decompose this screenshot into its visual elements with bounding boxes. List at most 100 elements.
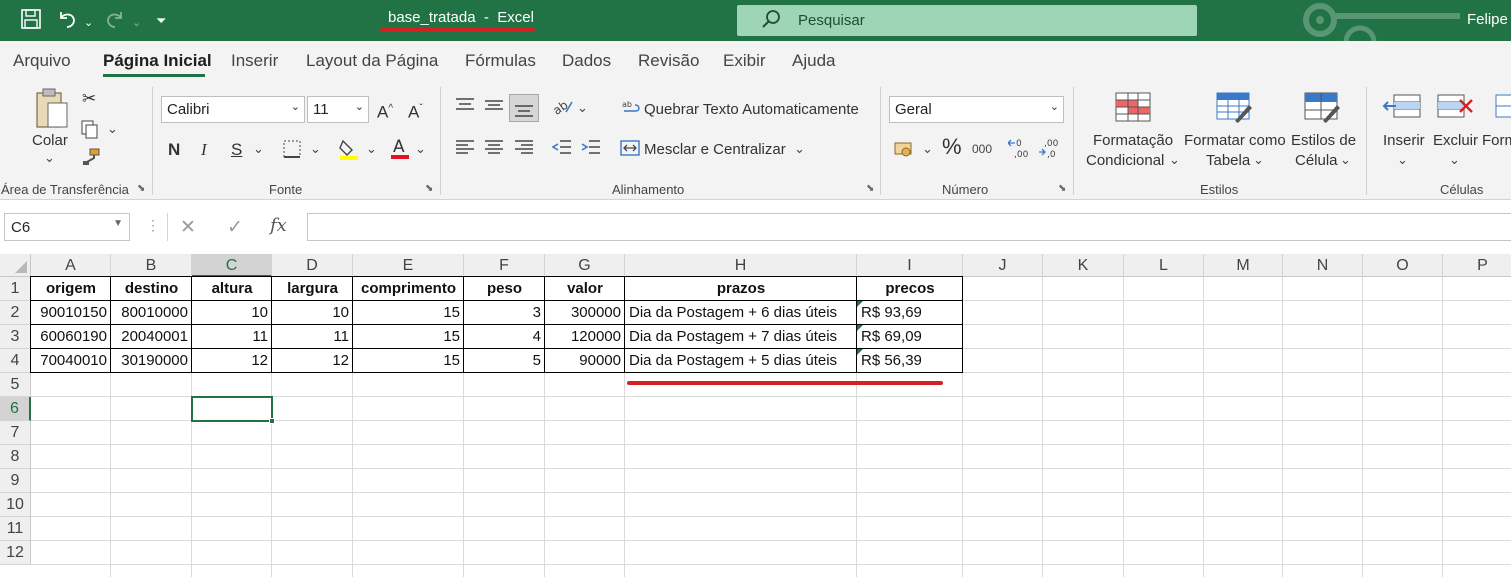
table-cell[interactable]: R$ 56,39	[857, 349, 963, 373]
table-cell[interactable]: R$ 69,09	[857, 325, 963, 349]
table-header-cell[interactable]: prazos	[625, 277, 857, 301]
row-header-11[interactable]: 11	[0, 517, 31, 541]
fill-handle[interactable]	[269, 418, 275, 424]
column-header-g[interactable]: G	[545, 254, 625, 277]
row-header-12[interactable]: 12	[0, 541, 31, 565]
cancel-icon[interactable]: ✕	[180, 216, 196, 239]
clipboard-launcher-icon[interactable]: ⬊	[137, 183, 145, 194]
thousands-separator-icon[interactable]: 000	[972, 142, 992, 156]
format-painter-icon[interactable]	[81, 147, 101, 172]
cell-styles-label-1[interactable]: Estilos de	[1291, 132, 1356, 149]
number-launcher-icon[interactable]: ⬊	[1058, 183, 1066, 194]
alignment-launcher-icon[interactable]: ⬊	[866, 183, 874, 194]
align-center-icon[interactable]	[484, 139, 504, 160]
copy-icon[interactable]	[80, 119, 100, 144]
insert-function-icon[interactable]: fx	[270, 215, 287, 236]
increase-indent-icon[interactable]	[581, 139, 601, 160]
table-cell[interactable]: 60060190	[31, 325, 111, 349]
row-header-5[interactable]: 5	[0, 373, 31, 397]
conditional-dropdown-icon[interactable]: ⌄	[1169, 152, 1180, 168]
table-cell[interactable]: 15	[353, 325, 464, 349]
tab-revisao[interactable]: Revisão	[638, 51, 699, 71]
wrap-text-icon[interactable]: ab	[622, 98, 640, 121]
align-bottom-icon[interactable]	[509, 94, 539, 122]
row-header-10[interactable]: 10	[0, 493, 31, 517]
column-header-m[interactable]: M	[1204, 254, 1283, 277]
cell-styles-dropdown-icon[interactable]: ⌄	[1340, 152, 1351, 168]
decrease-font-size-icon[interactable]: Aˇ	[408, 99, 423, 123]
format-as-table-icon[interactable]	[1215, 91, 1253, 128]
table-header-cell[interactable]: peso	[464, 277, 545, 301]
table-cell[interactable]: 12	[192, 349, 272, 373]
table-cell[interactable]: R$ 93,69	[857, 301, 963, 325]
font-launcher-icon[interactable]: ⬊	[425, 183, 433, 194]
tab-exibir[interactable]: Exibir	[723, 51, 766, 71]
underline-dropdown-icon[interactable]: ⌄	[253, 141, 264, 157]
column-header-i[interactable]: I	[857, 254, 963, 277]
conditional-formatting-label-2[interactable]: Condicional	[1086, 152, 1164, 169]
fill-color-icon[interactable]	[338, 137, 360, 166]
formula-bar-splitter-icon[interactable]: ⋮	[146, 217, 160, 234]
customize-toolbar-icon[interactable]: ⏷	[156, 9, 166, 33]
column-header-p[interactable]: P	[1443, 254, 1511, 277]
orientation-icon[interactable]: ab	[550, 96, 574, 121]
copy-dropdown-icon[interactable]: ⌄	[107, 121, 118, 137]
accounting-format-icon[interactable]	[893, 139, 917, 164]
table-header-cell[interactable]: precos	[857, 277, 963, 301]
table-header-cell[interactable]: largura	[272, 277, 353, 301]
row-header-4[interactable]: 4	[0, 349, 31, 373]
cell-styles-label-2[interactable]: Célula	[1295, 152, 1338, 169]
merge-center-button[interactable]: Mesclar e Centralizar	[644, 141, 786, 158]
table-cell[interactable]: 12	[272, 349, 353, 373]
delete-cells-button[interactable]: Excluir	[1433, 132, 1478, 149]
delete-cells-icon[interactable]	[1436, 91, 1476, 128]
active-cell-selection[interactable]	[191, 396, 275, 424]
table-cell[interactable]: 11	[192, 325, 272, 349]
tab-ajuda[interactable]: Ajuda	[792, 51, 835, 71]
column-header-e[interactable]: E	[353, 254, 464, 277]
tab-layout-da-pagina[interactable]: Layout da Página	[306, 51, 438, 71]
italic-button[interactable]: I	[201, 140, 207, 160]
undo-dropdown-icon[interactable]: ⌄	[84, 11, 93, 35]
align-top-icon[interactable]	[455, 97, 475, 118]
borders-dropdown-icon[interactable]: ⌄	[310, 141, 321, 157]
insert-cells-icon[interactable]	[1382, 91, 1422, 128]
user-name[interactable]: Felipe	[1467, 11, 1508, 28]
percent-icon[interactable]: %	[942, 136, 962, 158]
table-cell[interactable]: 70040010	[31, 349, 111, 373]
bold-button[interactable]: N	[168, 140, 180, 160]
column-header-a[interactable]: A	[31, 254, 111, 277]
align-right-icon[interactable]	[514, 139, 534, 160]
cell-styles-icon[interactable]	[1303, 91, 1341, 128]
table-header-cell[interactable]: valor	[545, 277, 625, 301]
decrease-indent-icon[interactable]	[551, 139, 572, 160]
row-header-7[interactable]: 7	[0, 421, 31, 445]
name-box[interactable]: C6 ▼	[4, 213, 130, 241]
table-cell[interactable]: 11	[272, 325, 353, 349]
table-cell[interactable]: 90000	[545, 349, 625, 373]
column-header-d[interactable]: D	[272, 254, 353, 277]
column-header-c[interactable]: C	[192, 254, 272, 277]
table-cell[interactable]: 3	[464, 301, 545, 325]
column-header-b[interactable]: B	[111, 254, 192, 277]
column-header-o[interactable]: O	[1363, 254, 1443, 277]
table-cell[interactable]: Dia da Postagem + 7 dias úteis	[625, 325, 857, 349]
tab-inserir[interactable]: Inserir	[231, 51, 278, 71]
row-header-9[interactable]: 9	[0, 469, 31, 493]
align-middle-icon[interactable]	[484, 97, 504, 118]
paste-button[interactable]: Colar	[32, 132, 68, 149]
merge-center-icon[interactable]	[620, 139, 640, 162]
insert-dropdown-icon[interactable]: ⌄	[1397, 152, 1408, 168]
select-all-button[interactable]	[0, 254, 31, 277]
tab-arquivo[interactable]: Arquivo	[13, 51, 71, 71]
table-cell[interactable]: 5	[464, 349, 545, 373]
fill-color-dropdown-icon[interactable]: ⌄	[366, 141, 377, 157]
cut-icon[interactable]: ✂	[82, 89, 96, 109]
wrap-text-button[interactable]: Quebrar Texto Automaticamente	[644, 101, 859, 118]
save-icon[interactable]	[20, 8, 42, 37]
column-header-h[interactable]: H	[625, 254, 857, 277]
tab-pagina-inicial[interactable]: Página Inicial	[103, 51, 212, 71]
table-header-cell[interactable]: comprimento	[353, 277, 464, 301]
insert-cells-button[interactable]: Inserir	[1383, 132, 1425, 149]
column-header-n[interactable]: N	[1283, 254, 1363, 277]
